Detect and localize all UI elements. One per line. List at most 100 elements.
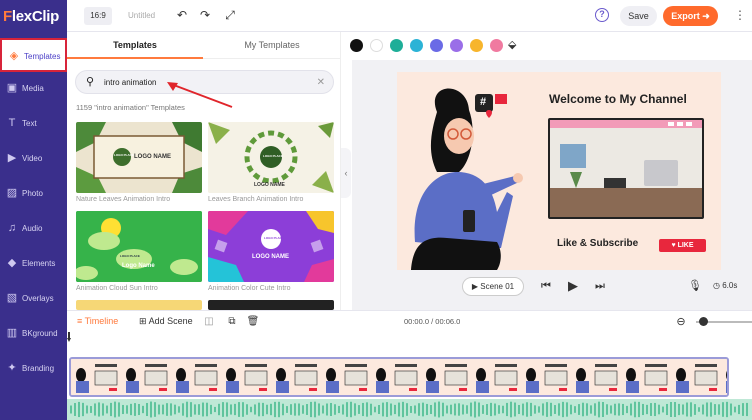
elements-icon: ◆ <box>7 257 17 269</box>
logo-place-text: LOGO PLACE <box>114 153 134 157</box>
logo-name-text: LOGO NAME <box>254 182 285 188</box>
undo-icon[interactable]: ↶ <box>174 7 190 23</box>
color-swatch-teal[interactable] <box>390 39 403 52</box>
timeline-label: Timeline <box>84 316 119 326</box>
template-card-color-cute[interactable]: LOGO PLACE LOGO NAME <box>208 211 334 282</box>
sidebar-item-audio[interactable]: ♫ Audio <box>0 212 67 246</box>
logo-name-text: Logo Name <box>122 263 155 269</box>
template-card-cloud-sun[interactable]: LOGO PLACE Logo Name <box>76 211 202 282</box>
timeline-ruler[interactable] <box>67 332 752 357</box>
color-swatch-cyan[interactable] <box>410 39 423 52</box>
canvas-headline[interactable]: Welcome to My Channel <box>549 92 687 106</box>
sidebar-item-label: Elements <box>22 259 56 268</box>
color-swatch-white[interactable] <box>370 39 383 52</box>
text-icon: T <box>8 117 16 129</box>
search-input[interactable] <box>104 74 304 90</box>
background-icon: ▥ <box>6 327 18 339</box>
video-icon: ▶ <box>7 152 17 164</box>
paint-bucket-icon[interactable]: ⬙ <box>508 38 516 51</box>
video-canvas[interactable]: # Welcome to My Channel Like & Subscribe… <box>397 72 721 270</box>
scene-thumbnail <box>221 359 270 395</box>
template-caption: Nature Leaves Animation Intro <box>76 196 171 203</box>
color-swatch-purple[interactable] <box>450 39 463 52</box>
scene-thumbnail <box>321 359 370 395</box>
previous-icon[interactable]: ⏮ <box>541 279 551 293</box>
sidebar-item-label: Photo <box>22 189 43 198</box>
timeline-toolbar: ≡ Timeline ⊞ Add Scene ◫ ⧉ 🗑 00:00.0 / 0… <box>67 310 752 332</box>
sidebar-item-overlays[interactable]: ▧ Overlays <box>0 282 67 316</box>
duration-display[interactable]: ◷ 6.0s <box>713 281 737 290</box>
sidebar-item-label: Text <box>22 119 37 128</box>
sidebar-item-label: Templates <box>24 52 61 61</box>
search-icon: ⚲ <box>86 76 95 88</box>
save-button[interactable]: Save <box>620 6 657 26</box>
duplicate-icon[interactable]: ⧉ <box>224 314 240 330</box>
template-card-leaves-branch[interactable]: LOGO PLACE LOGO NAME <box>208 122 334 193</box>
redo-icon[interactable]: ↷ <box>197 7 213 23</box>
duration-value: 6.0s <box>722 281 738 290</box>
results-count: 1159 "intro animation" Templates <box>76 103 185 112</box>
color-swatch-pink[interactable] <box>490 39 503 52</box>
color-swatch-blue[interactable] <box>430 39 443 52</box>
zoom-out-icon[interactable]: ⊖ <box>673 314 689 330</box>
template-card-nature-leaves[interactable]: LOGO PLACE LOGO NAME <box>76 122 202 193</box>
sidebar-item-photo[interactable]: ▨ Photo <box>0 177 67 211</box>
app-window: FlexClip ◈ Templates ▣ Media T Text ▶ Video … <box>0 0 752 420</box>
aspect-ratio-button[interactable]: 16:9 <box>84 7 112 25</box>
clear-icon[interactable]: ✕ <box>317 76 325 89</box>
scene-thumbnail <box>171 359 220 395</box>
zoom-slider-handle[interactable] <box>699 317 708 326</box>
scene-thumbnail <box>421 359 470 395</box>
sidebar-item-label: Overlays <box>22 294 54 303</box>
delete-icon[interactable]: 🗑 <box>245 314 261 330</box>
sidebar-item-label: Audio <box>22 224 43 233</box>
collapse-panel-button[interactable]: ‹ <box>341 148 351 198</box>
fullscreen-icon[interactable]: ⤢ <box>222 7 238 23</box>
sidebar-item-media[interactable]: ▣ Media <box>0 72 67 106</box>
scene-thumbnail <box>471 359 520 395</box>
split-icon[interactable]: ◫ <box>201 314 217 330</box>
scene-track[interactable] <box>69 357 729 397</box>
project-title[interactable]: Untitled <box>128 11 155 20</box>
microphone-icon[interactable]: 🎙 <box>688 279 702 293</box>
export-button[interactable]: Export ➜ <box>663 6 718 26</box>
play-small-icon: ▶ <box>471 282 479 291</box>
scene-thumbnail <box>271 359 320 395</box>
sidebar-item-templates[interactable]: ◈ Templates <box>0 38 67 72</box>
branding-icon: ✦ <box>7 362 17 374</box>
like-button-label: LIKE <box>677 242 694 249</box>
sidebar-item-text[interactable]: T Text <box>0 107 67 141</box>
like-button[interactable]: ♥ LIKE <box>659 239 706 252</box>
sidebar-item-elements[interactable]: ◆ Elements <box>0 247 67 281</box>
scene-label: Scene 01 <box>480 282 515 291</box>
clock-icon: ◷ <box>713 281 720 290</box>
scene-selector[interactable]: ▶ Scene 01 <box>462 277 524 296</box>
sidebar-item-branding[interactable]: ✦ Branding <box>0 352 67 386</box>
logo-place-text: LOGO PLACE <box>263 154 283 158</box>
logo-name-text: LOGO NAME <box>252 254 289 260</box>
top-toolbar: 16:9 Untitled ↶ ↷ ⤢ ? Save Export ➜ ⋮ <box>67 0 752 32</box>
timeline-toggle[interactable]: ≡ Timeline <box>77 316 118 326</box>
sidebar-item-label: Branding <box>22 364 55 373</box>
template-caption: Animation Cloud Sun Intro <box>76 285 158 292</box>
template-card-partial[interactable] <box>76 300 202 310</box>
timeline-icon: ≡ <box>77 316 83 326</box>
scene-thumbnail <box>621 359 670 395</box>
sidebar-item-video[interactable]: ▶ Video <box>0 142 67 176</box>
plus-icon: ⊞ <box>139 316 147 326</box>
video-frame[interactable] <box>548 118 704 219</box>
play-icon[interactable]: ▶ <box>568 279 578 293</box>
next-icon[interactable]: ⏭ <box>595 279 605 293</box>
audio-track[interactable] <box>67 399 752 420</box>
tab-templates[interactable]: Templates <box>67 32 203 59</box>
help-icon[interactable]: ? <box>595 8 609 22</box>
tab-my-templates[interactable]: My Templates <box>203 32 341 59</box>
sidebar-item-background[interactable]: ▥ BKground <box>0 317 67 351</box>
like-subscribe-text[interactable]: Like & Subscribe <box>557 238 638 249</box>
color-swatch-black[interactable] <box>350 39 363 52</box>
add-scene-button[interactable]: ⊞ Add Scene <box>139 316 193 327</box>
more-icon[interactable]: ⋮ <box>734 8 746 22</box>
template-card-partial[interactable] <box>208 300 334 310</box>
color-swatch-yellow[interactable] <box>470 39 483 52</box>
flexclip-logo: FlexClip <box>3 8 59 25</box>
